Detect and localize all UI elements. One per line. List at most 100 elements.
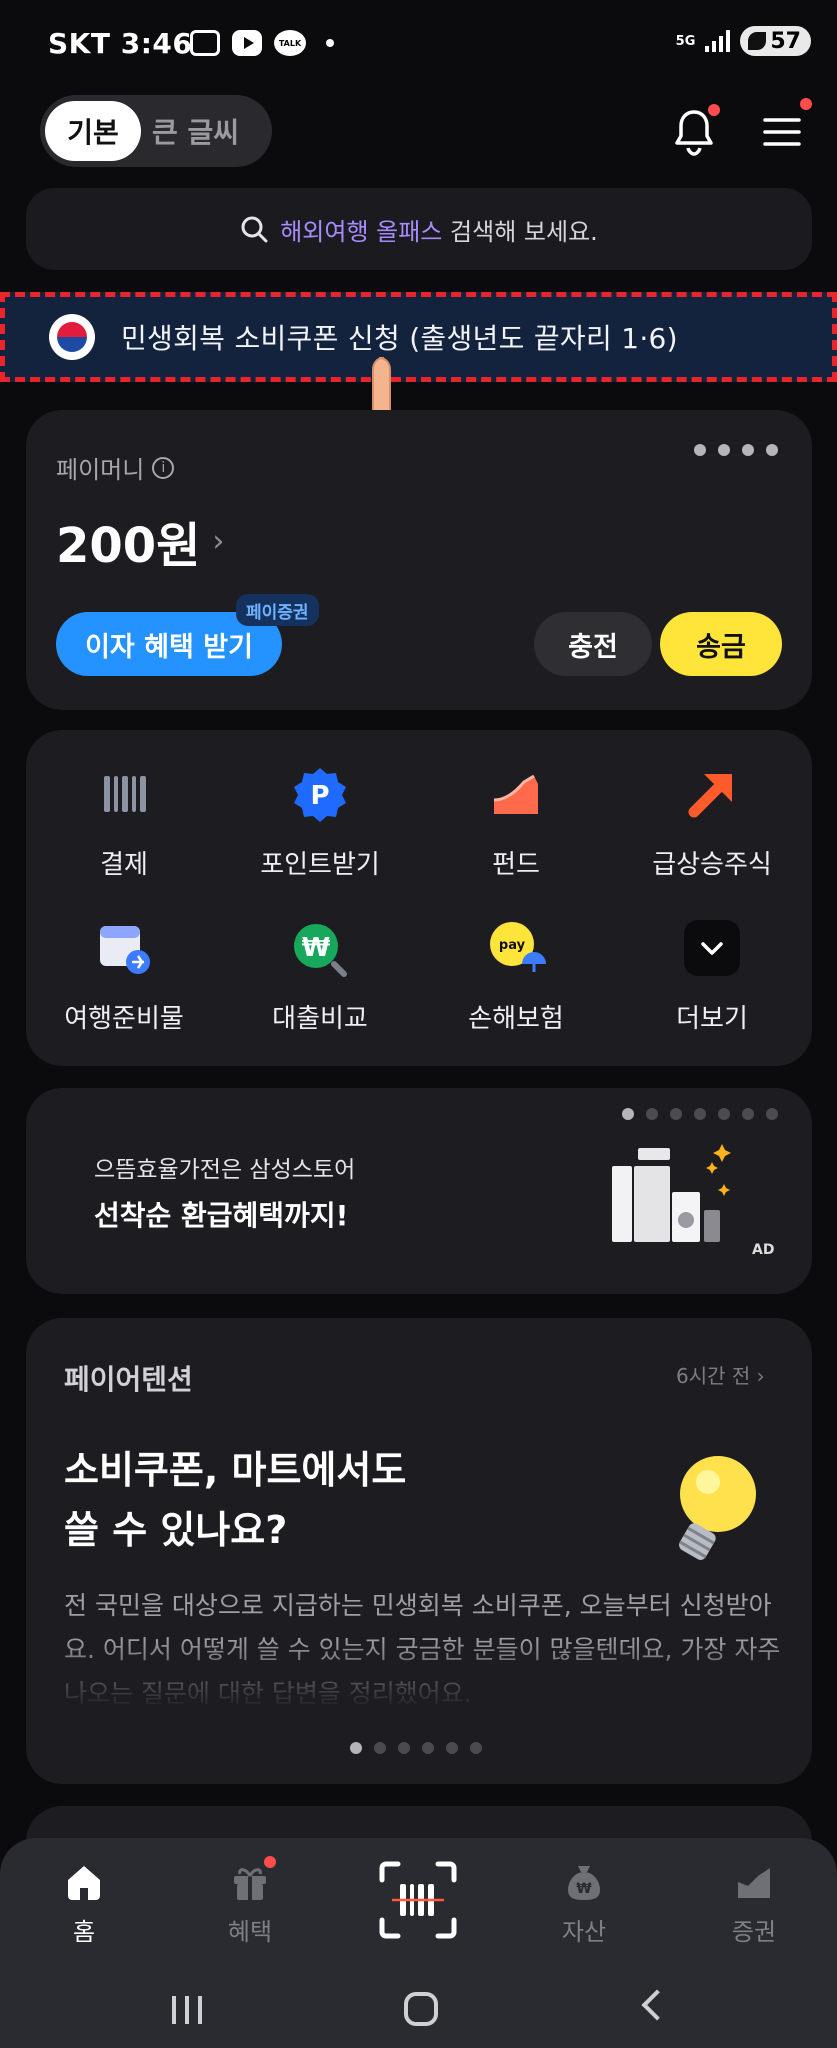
service-rising-stocks[interactable]: 급상승주식 xyxy=(614,756,810,896)
recent-apps-button[interactable] xyxy=(172,1996,202,2024)
pay-umbrella-icon: pay xyxy=(486,918,546,978)
search-highlight: 해외여행 올패스 xyxy=(280,217,443,246)
service-payment[interactable]: 결제 xyxy=(26,756,222,896)
service-label: 손해보험 xyxy=(468,1004,564,1034)
service-label: 여행준비물 xyxy=(64,1004,184,1034)
tab-home[interactable]: 홈 xyxy=(24,1862,144,1947)
home-button[interactable] xyxy=(404,1992,438,2026)
tab-label: 혜택 xyxy=(227,1918,273,1946)
pay-money-card: 페이머니 i 200원 › 이자 혜택 받기 페이증권 충전 송금 xyxy=(26,410,812,710)
stock-chart-icon xyxy=(734,1862,774,1902)
chevron-right-icon: › xyxy=(212,523,225,559)
fund-chart-icon xyxy=(486,764,546,824)
pay-attention-card[interactable]: 페이어텐션 6시간 전 › 소비쿠폰, 마트에서도 쓸 수 있나요? 전 국민을… xyxy=(26,1318,812,1784)
carrier-time: SKT 3:46 xyxy=(48,27,193,60)
pay-money-label: 페이머니 i xyxy=(56,450,175,485)
svg-text:₩: ₩ xyxy=(302,933,331,963)
battery-level: 57 xyxy=(770,28,801,54)
service-insurance[interactable]: pay 손해보험 xyxy=(418,910,614,1050)
info-icon[interactable]: i xyxy=(152,456,175,479)
service-loan-compare[interactable]: ₩ 대출비교 xyxy=(222,910,418,1050)
appliances-image xyxy=(612,1136,752,1256)
service-label: 펀드 xyxy=(492,850,540,880)
youtube-icon xyxy=(232,30,262,56)
battery-saver-icon xyxy=(748,32,767,50)
pay-money-title: 페이머니 xyxy=(56,456,145,484)
kakaotalk-icon: TALK xyxy=(274,30,306,56)
pay-securities-tag: 페이증권 xyxy=(236,594,319,626)
scan-barcode-button[interactable] xyxy=(378,1860,458,1940)
services-grid: 결제 P 포인트받기 펀드 급상승주식 여행준비물 ₩ 대출비교 pay 손해보… xyxy=(26,730,812,1066)
benefits-badge xyxy=(264,1856,276,1868)
text-size-toggle[interactable]: 기본 큰 글씨 xyxy=(40,95,272,167)
pay-money-page-dots xyxy=(694,444,778,456)
promo-banner-text: 민생회복 소비쿠폰 신청 (출생년도 끝자리 1·6) xyxy=(121,322,678,355)
balance-amount: 200원 xyxy=(56,518,201,574)
travel-calendar-icon xyxy=(94,918,154,978)
tab-label: 증권 xyxy=(731,1918,777,1946)
article-headline: 소비쿠폰, 마트에서도 쓸 수 있나요? xyxy=(64,1448,407,1552)
service-more[interactable]: 더보기 xyxy=(614,910,810,1050)
bottom-tab-bar: 홈 혜택 ₩ 자산 증권 xyxy=(0,1838,837,1978)
won-search-icon: ₩ xyxy=(290,918,350,978)
search-bar[interactable]: 해외여행 올패스 검색해 보세요. xyxy=(26,188,812,270)
svg-text:P: P xyxy=(310,781,329,811)
signal-icon xyxy=(705,30,731,52)
ad-banner[interactable]: 으뜸효율가전은 삼성스토어 선착순 환급혜택까지! AD xyxy=(26,1088,812,1294)
search-icon xyxy=(240,215,268,243)
tab-benefits[interactable]: 혜택 xyxy=(190,1856,310,1947)
system-status: 5G 57 xyxy=(676,26,811,56)
ad-title: 선착순 환급혜택까지! xyxy=(94,1199,349,1232)
search-placeholder: 검색해 보세요. xyxy=(442,217,598,246)
notification-icons: TALK xyxy=(190,30,334,56)
notification-badge xyxy=(708,104,720,116)
rising-arrow-icon xyxy=(682,764,742,824)
ad-badge: AD xyxy=(752,1242,775,1258)
more-notifications-dot xyxy=(326,39,334,47)
time-text: 6시간 전 xyxy=(676,1364,751,1388)
service-label: 결제 xyxy=(100,850,148,880)
bell-icon[interactable] xyxy=(672,104,720,156)
back-button[interactable] xyxy=(641,1989,673,2021)
network-type: 5G xyxy=(675,33,696,49)
tab-assets[interactable]: ₩ 자산 xyxy=(524,1862,644,1947)
service-fund[interactable]: 펀드 xyxy=(418,756,614,896)
svg-text:₩: ₩ xyxy=(576,1881,592,1897)
chevron-right-icon: › xyxy=(756,1364,765,1388)
service-travel-prep[interactable]: 여행준비물 xyxy=(26,910,222,1050)
menu-badge xyxy=(800,98,812,110)
service-label: 포인트받기 xyxy=(260,850,380,880)
mode-basic-button[interactable]: 기본 xyxy=(45,101,141,161)
charge-button[interactable]: 충전 xyxy=(534,612,652,676)
tab-label: 홈 xyxy=(72,1918,96,1946)
send-button[interactable]: 송금 xyxy=(660,612,782,676)
section-title: 페이어텐션 xyxy=(64,1363,193,1396)
money-bag-icon: ₩ xyxy=(564,1862,604,1902)
photo-notification-icon xyxy=(190,30,220,56)
ad-page-dots xyxy=(622,1108,778,1120)
chevron-down-icon xyxy=(682,918,742,978)
government-emblem-icon xyxy=(49,314,95,360)
service-label: 급상승주식 xyxy=(652,850,772,880)
battery-indicator: 57 xyxy=(740,26,811,56)
pay-money-balance[interactable]: 200원 › xyxy=(56,506,224,576)
status-bar: SKT 3:46 TALK 5G 57 xyxy=(0,0,837,90)
system-navigation-bar xyxy=(0,1978,837,2048)
hamburger-menu-icon[interactable] xyxy=(762,98,812,152)
ad-subtitle: 으뜸효율가전은 삼성스토어 xyxy=(94,1157,356,1183)
svg-text:pay: pay xyxy=(499,938,526,953)
article-page-dots xyxy=(350,1742,482,1754)
article-time[interactable]: 6시간 전 › xyxy=(676,1360,765,1389)
barcode-icon xyxy=(94,764,154,824)
tab-label: 자산 xyxy=(561,1918,607,1946)
mode-large-button[interactable]: 큰 글씨 xyxy=(152,101,239,161)
tab-securities[interactable]: 증권 xyxy=(694,1862,814,1947)
point-badge-icon: P xyxy=(290,764,350,824)
service-points[interactable]: P 포인트받기 xyxy=(222,756,418,896)
service-label: 더보기 xyxy=(676,1004,748,1034)
gift-icon xyxy=(230,1856,276,1902)
text-fade-overlay xyxy=(26,1638,812,1718)
light-bulb-icon xyxy=(656,1446,766,1576)
service-label: 대출비교 xyxy=(272,1004,368,1034)
home-icon xyxy=(64,1862,104,1902)
